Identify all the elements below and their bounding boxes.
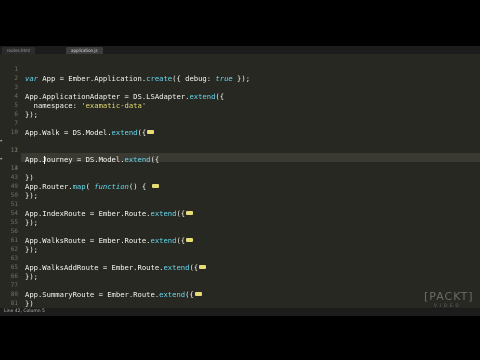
code-line: 2 [0, 65, 480, 82]
video-frame: routes.html application.js 1 var App = E… [0, 0, 480, 360]
code-line: 55 [0, 209, 480, 226]
tab-bar: routes.html application.js [0, 46, 480, 54]
code-line: 65 }); [0, 254, 480, 281]
code-line: 5 }); [0, 92, 480, 119]
tab-application-js[interactable]: application.js [66, 47, 103, 54]
code-line: ▸ 11 App.Journey = DS.Model.extend({ [0, 128, 480, 164]
code-line: 54 }); [0, 200, 480, 227]
code-line: 14 [0, 155, 480, 172]
code-line: 56 App.WalksRoute = Ember.Route.extend({ [0, 218, 480, 245]
code-line: 62 [0, 236, 480, 253]
code-line: 80 }) [0, 281, 480, 308]
code-line: 81 [0, 290, 480, 307]
code-line: 6 [0, 101, 480, 118]
code-line: 3 App.ApplicationAdapter = DS.LSAdapter.… [0, 74, 480, 101]
code-line: 49 }); [0, 173, 480, 200]
code-line: 4 namespace: 'examatic-data' [0, 83, 480, 110]
code-line: 1 var App = Ember.Application.create({ d… [0, 56, 480, 83]
cursor-position-status: Line 42, Column 5 [4, 309, 45, 314]
code-area[interactable]: 1 var App = Ember.Application.create({ d… [0, 54, 480, 316]
logo-sub-text: VIDEO [434, 303, 462, 308]
code-line: 63 App.WalksAddRoute = Ember.Route.exten… [0, 245, 480, 272]
code-line: 61 }); [0, 227, 480, 254]
code-line: 12 [0, 137, 480, 164]
code-line: 50 [0, 182, 480, 199]
packt-video-logo: [PACKT] VIDEO [424, 291, 474, 315]
code-line: 51 App.IndexRoute = Ember.Route.extend({ [0, 191, 480, 218]
tab-routes-html[interactable]: routes.html [2, 47, 36, 54]
code-line: 82 [0, 299, 480, 316]
code-line: 10 [0, 119, 480, 136]
status-bar: Line 42, Column 5 [0, 308, 480, 316]
code-line: 7 App.Walk = DS.Model.extend({ [0, 110, 480, 137]
code-line: ▸ 13 }) [0, 146, 480, 182]
code-line: 77 App.SummaryRoute = Ember.Route.extend… [0, 272, 480, 299]
code-line: 43 App.Router.map( function() { [0, 164, 480, 191]
logo-brand-text: [PACKT] [424, 290, 474, 303]
code-line: 66 [0, 263, 480, 280]
editor-window: routes.html application.js 1 var App = E… [0, 46, 480, 316]
